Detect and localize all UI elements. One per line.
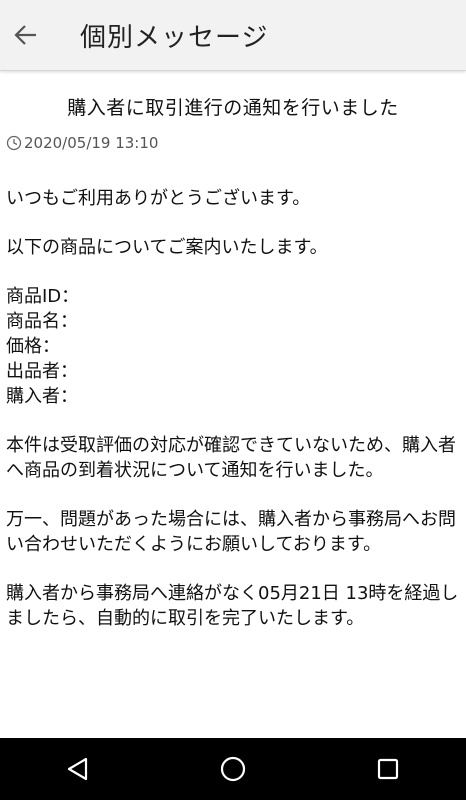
- nav-recents-button[interactable]: [358, 739, 418, 799]
- intro-text: 以下の商品についてご案内いたします。: [6, 237, 328, 258]
- field-label: 出品者：: [6, 361, 78, 382]
- timestamp-text: 2020/05/19 13:10: [24, 134, 159, 152]
- field-seller: 出品者：: [6, 359, 460, 384]
- completion-paragraph: 購入者から事務局へ連絡がなく05月21日 13時を経過しましたら、自動的に取引を…: [6, 583, 459, 629]
- message-title: 購入者に取引進行の通知を行いました: [67, 97, 399, 119]
- arrow-left-icon: [14, 25, 36, 45]
- field-label: 価格：: [6, 336, 60, 357]
- contact-paragraph: 万一、問題があった場合には、購入者から事務局へお問い合わせいただくようにお願いし…: [6, 509, 456, 555]
- page-title: 個別メッセージ: [80, 22, 269, 53]
- nav-back-button[interactable]: [48, 739, 108, 799]
- notice-paragraph: 本件は受取評価の対応が確認できていないため、購入者へ商品の到着状況について通知を…: [6, 435, 456, 481]
- clock-icon: [6, 135, 22, 151]
- nav-home-circle-icon: [220, 756, 246, 782]
- field-buyer: 購入者：: [6, 384, 460, 409]
- nav-recents-square-icon: [378, 758, 399, 780]
- message-body: いつもご利用ありがとうございます。 以下の商品についてご案内いたします。 商品I…: [0, 186, 466, 631]
- field-label: 購入者：: [6, 386, 78, 407]
- message-timestamp: 2020/05/19 13:10: [6, 134, 466, 152]
- field-price: 価格：: [6, 334, 460, 359]
- screen: 個別メッセージ 購入者に取引進行の通知を行いました 2020/05/19 13:…: [0, 0, 466, 800]
- message-content[interactable]: 購入者に取引進行の通知を行いました 2020/05/19 13:10 いつもご利…: [0, 71, 466, 738]
- greeting-text: いつもご利用ありがとうございます。: [6, 188, 311, 209]
- product-fields: 商品ID： 商品名： 価格： 出品者： 購入者：: [6, 284, 460, 409]
- field-product-name: 商品名：: [6, 309, 460, 334]
- field-product-id: 商品ID：: [6, 284, 460, 309]
- app-bar: 個別メッセージ: [0, 0, 466, 71]
- field-label: 商品名：: [6, 311, 78, 332]
- back-button[interactable]: [4, 13, 48, 57]
- system-nav-bar: [0, 738, 466, 800]
- nav-back-triangle-icon: [67, 757, 87, 781]
- nav-home-button[interactable]: [203, 739, 263, 799]
- field-label: 商品ID：: [6, 286, 80, 307]
